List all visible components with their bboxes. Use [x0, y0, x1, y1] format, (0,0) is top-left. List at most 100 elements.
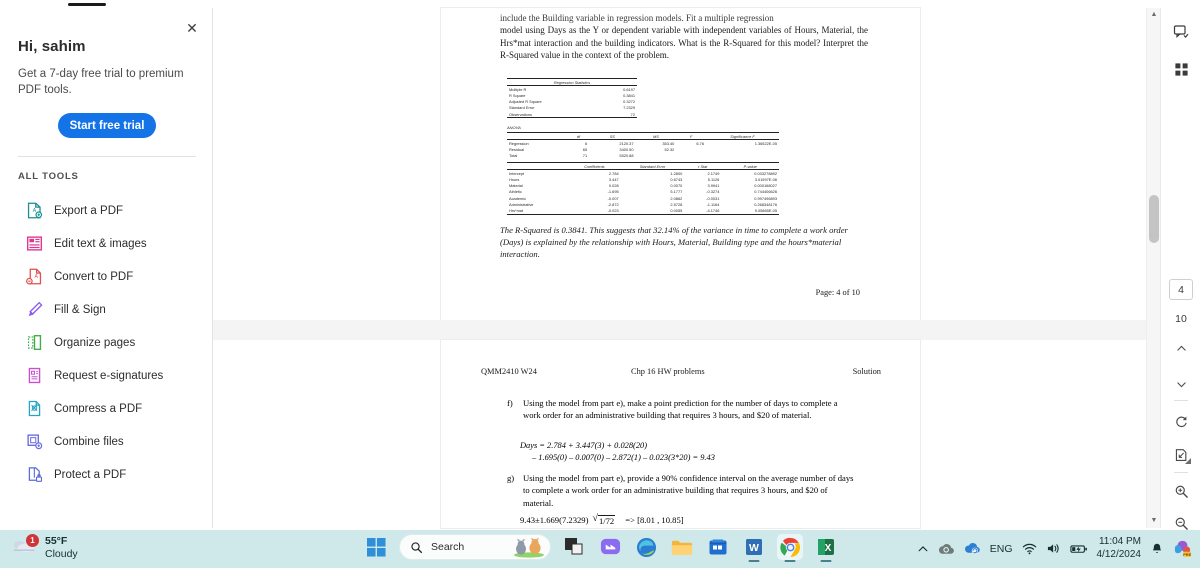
pdf-page-5: QMM2410 W24 Chp 16 HW problems Solution …	[441, 340, 920, 528]
excel-icon[interactable]: X	[813, 534, 839, 562]
close-icon[interactable]: ✕	[184, 20, 200, 36]
tray-overflow-icon[interactable]	[917, 543, 929, 555]
language-indicator[interactable]: ENG	[990, 543, 1013, 555]
notifications-bell-icon[interactable]	[1150, 542, 1164, 556]
zoom-in-icon[interactable]	[1171, 481, 1191, 501]
question-f-text: Using the model from part e), make a poi…	[523, 398, 838, 421]
scroll-down-arrow-icon[interactable]: ▼	[1150, 517, 1158, 525]
tool-item-organize-pages[interactable]: Organize pages	[0, 326, 213, 359]
taskbar-apps: Search W X	[363, 534, 839, 562]
task-view-icon[interactable]	[561, 534, 587, 560]
vertical-scrollbar[interactable]: ▲ ▼	[1146, 8, 1160, 528]
question-f: f) Using the model from part e), make a …	[507, 397, 857, 422]
cell-value: 6.76	[696, 140, 704, 146]
fit-page-icon[interactable]	[1171, 445, 1191, 465]
chrome-icon[interactable]	[777, 534, 803, 562]
tool-item-label: Convert to PDF	[54, 270, 134, 283]
copilot-icon[interactable]: PRE	[1173, 539, 1192, 558]
rotate-clockwise-icon[interactable]	[1171, 411, 1191, 431]
stat-label: Observations	[507, 110, 598, 119]
word-icon[interactable]: W	[741, 534, 767, 562]
question-g-letter: g)	[507, 473, 515, 483]
tool-item-convert-to-pdf[interactable]: A Convert to PDF	[0, 260, 213, 293]
microsoft-store-icon[interactable]	[705, 534, 731, 560]
svg-text:W: W	[749, 542, 759, 554]
cell-value: 2.1749	[707, 170, 720, 176]
tool-item-edit-text-images[interactable]: Edit text & images	[0, 227, 213, 260]
battery-icon[interactable]	[1069, 543, 1088, 555]
tool-item-protect-a-pdf[interactable]: Protect a PDF	[0, 458, 213, 491]
cell-value	[636, 153, 677, 159]
regression-statistics-table: Regression Statistics Multiple R 0.6197 R S…	[507, 77, 637, 119]
wifi-icon[interactable]	[1022, 542, 1037, 555]
start-button[interactable]	[363, 534, 389, 560]
system-tray: ENG 11:04 PM 4/12/2024 PRE	[917, 536, 1192, 561]
volume-icon[interactable]	[1046, 542, 1061, 555]
tool-item-request-e-signatures[interactable]: Request e-signatures	[0, 359, 213, 392]
windows-taskbar: 1 55°F Cloudy Search W X ENG 11:04 PM 4/…	[0, 530, 1200, 568]
running-indicator	[784, 559, 796, 562]
onedrive-sync-icon[interactable]	[964, 542, 981, 555]
tool-item-compress-a-pdf[interactable]: Compress a PDF	[0, 392, 213, 425]
tool-item-fill-sign[interactable]: Fill & Sign	[0, 293, 213, 326]
header-course: QMM2410 W24	[481, 367, 537, 376]
table-row: Total 71 5520.88	[507, 153, 779, 159]
running-indicator	[748, 559, 760, 562]
fill-and-sign-icon	[26, 301, 43, 318]
export-pdf-icon: A	[26, 202, 43, 219]
tool-item-label: Combine files	[54, 435, 124, 448]
table-row: Regression 6 2120.37 353.40 6.76 1.36522E-05	[507, 140, 779, 147]
cell-value: 9.05865E-05	[721, 207, 779, 215]
cell-value	[706, 153, 779, 159]
column-header: Significance F	[706, 131, 779, 141]
column-header: P-value	[721, 161, 779, 171]
row-label: Regression	[509, 140, 529, 146]
header-title: Chp 16 HW problems	[631, 367, 705, 376]
next-page-button[interactable]	[1171, 374, 1191, 394]
cell-value: 71	[582, 153, 588, 159]
equation-line-1: Days = 2.784 + 3.447(3) + 0.028(20)	[520, 441, 647, 450]
column-header: F	[676, 131, 706, 141]
active-tab-indicator	[68, 3, 106, 6]
tool-item-combine-files[interactable]: Combine files	[0, 425, 213, 458]
total-pages-label: 10	[1175, 313, 1187, 325]
question-f-letter: f)	[507, 398, 513, 408]
stat-value: 0.6197	[623, 86, 635, 92]
comment-panel-icon[interactable]	[1171, 22, 1191, 42]
clock-widget[interactable]: 11:04 PM 4/12/2024	[1097, 536, 1142, 561]
table-row: Regression Statistics	[507, 77, 637, 87]
start-free-trial-button[interactable]: Start free trial	[58, 113, 156, 138]
cell-value: -0.023	[568, 207, 621, 215]
widgets-pets-icon[interactable]	[512, 537, 546, 561]
running-indicator	[820, 559, 832, 562]
current-page-input[interactable]: 4	[1169, 279, 1193, 300]
header-solution: Solution	[852, 367, 881, 376]
organize-pages-icon	[26, 334, 43, 351]
chat-teams-icon[interactable]	[597, 534, 623, 560]
page-thumbnails-icon[interactable]	[1171, 59, 1191, 79]
request-esignatures-icon	[26, 367, 43, 384]
previous-page-button[interactable]	[1171, 338, 1191, 358]
column-header: Coefficients	[568, 161, 621, 171]
tool-item-export-a-pdf[interactable]: A Export a PDF	[0, 194, 213, 227]
table-header-row: Coefficients Standard Error t Stat P-value	[507, 161, 779, 171]
file-explorer-icon[interactable]	[669, 534, 695, 560]
page1-interpretation: The R-Squared is 0.3841. This suggests t…	[500, 225, 848, 259]
row-label: Intercept	[509, 170, 525, 176]
edge-icon[interactable]	[633, 534, 659, 560]
onedrive-icon[interactable]	[938, 542, 955, 555]
column-header: df	[567, 131, 590, 141]
scrollbar-thumb[interactable]	[1149, 195, 1159, 243]
all-tools-panel: ✕ Hi, sahim Get a 7-day free trial to pr…	[0, 8, 213, 528]
cell-value: 353.40	[662, 140, 675, 146]
scroll-up-arrow-icon[interactable]: ▲	[1150, 11, 1158, 19]
search-input[interactable]: Search	[399, 534, 551, 560]
all-tools-heading: ALL TOOLS	[18, 171, 79, 182]
svg-text:A: A	[35, 274, 39, 280]
compress-pdf-icon	[26, 400, 43, 417]
pdf-viewer[interactable]: include the Building variable in regress…	[213, 8, 1160, 528]
cell-value: 1.36522E-05	[754, 140, 777, 146]
clock-time: 11:04 PM	[1098, 536, 1141, 547]
right-toolbar: 4 10	[1160, 8, 1200, 530]
weather-widget[interactable]: 1 55°F Cloudy	[12, 533, 78, 561]
